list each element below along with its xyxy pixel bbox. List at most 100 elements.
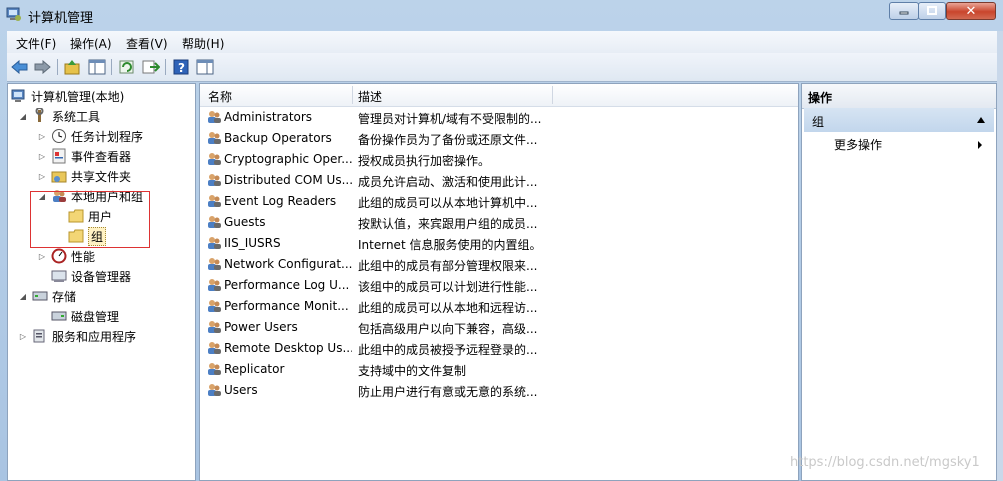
toolbar: ? <box>7 53 997 82</box>
back-button[interactable] <box>10 57 30 77</box>
list-item[interactable]: Performance Log U... 该组中的成员可以计划进行性能... <box>200 275 798 296</box>
group-name: Performance Monit... <box>224 299 349 313</box>
group-icon <box>208 153 221 165</box>
column-divider[interactable] <box>552 86 553 104</box>
list-item[interactable]: Performance Monit... 此组的成员可以从本地和远程访... <box>200 296 798 317</box>
show-hide-tree-icon <box>88 59 106 75</box>
list-item[interactable]: Backup Operators 备份操作员为了备份或还原文件... <box>200 128 798 149</box>
group-name: Users <box>224 383 258 397</box>
group-description: 此组的成员可以从本地和远程访... <box>358 301 538 315</box>
group-description: 备份操作员为了备份或还原文件... <box>358 133 538 147</box>
actions-title: 操作 <box>808 91 833 105</box>
column-header-name[interactable]: 名称 <box>208 88 232 105</box>
group-name: Replicator <box>224 362 285 376</box>
group-name: Performance Log U... <box>224 278 350 292</box>
list-item[interactable]: Administrators 管理员对计算机/域有不受限制的... <box>200 107 798 128</box>
expand-arrow-icon[interactable]: ▷ <box>18 332 28 341</box>
actions-group-section[interactable]: 组 <box>804 108 994 132</box>
menu-action[interactable]: 操作(A) <box>70 35 112 52</box>
collapse-arrow-icon[interactable]: ◢ <box>18 292 28 301</box>
show-hide-action-button[interactable] <box>195 57 215 77</box>
group-description: Internet 信息服务使用的内置组。 <box>358 238 542 252</box>
tree-label: 计算机管理(本地) <box>31 89 125 104</box>
group-name: Power Users <box>224 320 298 334</box>
collapse-arrow-icon[interactable]: ◢ <box>18 112 28 121</box>
group-description: 管理员对计算机/域有不受限制的... <box>358 112 542 126</box>
list-item[interactable]: Event Log Readers 此组的成员可以从本地计算机中... <box>200 191 798 212</box>
group-list[interactable]: 名称 描述 Administrators 管理员对计算机/域有不受限制的... Ba… <box>199 83 799 481</box>
tree-item-performance[interactable]: ▷ 性能 <box>37 246 95 266</box>
tree-item-disk-management[interactable]: 磁盘管理 <box>51 306 119 326</box>
group-description: 成员允许启动、激活和使用此计... <box>358 175 538 189</box>
forward-icon <box>34 60 51 74</box>
tree-item-event-viewer[interactable]: ▷ 事件查看器 <box>37 146 131 166</box>
back-icon <box>11 60 28 74</box>
menu-view[interactable]: 查看(V) <box>126 35 168 52</box>
actions-pane: 操作 组 更多操作 <box>801 83 997 481</box>
forward-button[interactable] <box>32 57 52 77</box>
group-name: Backup Operators <box>224 131 332 145</box>
computer-management-window: 计算机管理 ✕ 文件(F) 操作(A) 查看(V) 帮助(H) ? 计算机管理(… <box>0 0 1003 481</box>
expand-arrow-icon[interactable]: ▷ <box>37 152 47 161</box>
list-item[interactable]: Guests 按默认值，来宾跟用户组的成员... <box>200 212 798 233</box>
expand-arrow-icon[interactable]: ▷ <box>37 172 47 181</box>
show-hide-tree-button[interactable] <box>87 57 107 77</box>
tree-item-task-scheduler[interactable]: ▷ 任务计划程序 <box>37 126 143 146</box>
tree-label: 磁盘管理 <box>71 309 120 324</box>
column-header-description[interactable]: 描述 <box>358 88 382 105</box>
group-name: Network Configurat... <box>224 257 352 271</box>
refresh-button[interactable] <box>117 57 137 77</box>
group-icon <box>208 111 221 123</box>
actions-header: 操作 <box>802 84 996 109</box>
watermark-text: https://blog.csdn.net/mgsky1 <box>790 455 980 470</box>
export-button[interactable] <box>141 57 161 77</box>
group-name: Event Log Readers <box>224 194 337 208</box>
group-icon <box>208 321 221 333</box>
list-header: 名称 描述 <box>200 84 798 107</box>
maximize-icon <box>927 6 937 15</box>
list-item[interactable]: IIS_IUSRS Internet 信息服务使用的内置组。 <box>200 233 798 254</box>
group-name: Cryptographic Oper... <box>224 152 352 166</box>
tree-label: 系统工具 <box>52 109 101 124</box>
group-name: Guests <box>224 215 266 229</box>
actions-group-label: 组 <box>812 115 825 129</box>
group-description: 授权成员执行加密操作。 <box>358 154 491 168</box>
group-description: 此组的成员可以从本地计算机中... <box>358 196 538 210</box>
submenu-arrow-icon[interactable] <box>977 140 983 150</box>
more-actions-link[interactable]: 更多操作 <box>834 136 882 153</box>
expand-arrow-icon[interactable]: ▷ <box>37 252 47 261</box>
collapse-up-icon[interactable] <box>976 116 986 124</box>
console-tree[interactable]: 计算机管理(本地) ◢ 系统工具 ▷ 任务计划程序 ▷ 事件查看器 ▷ 共享文件… <box>7 83 196 481</box>
close-button[interactable]: ✕ <box>946 2 996 20</box>
column-divider[interactable] <box>352 86 353 104</box>
tree-item-root[interactable]: 计算机管理(本地) <box>11 86 124 106</box>
title-bar[interactable]: 计算机管理 ✕ <box>0 0 1003 30</box>
tree-item-storage[interactable]: ◢ 存储 <box>18 286 76 306</box>
tree-label: 设备管理器 <box>71 269 132 284</box>
list-item[interactable]: Distributed COM Us... 成员允许启动、激活和使用此计... <box>200 170 798 191</box>
list-item[interactable]: Remote Desktop Us... 此组中的成员被授予远程登录的... <box>200 338 798 359</box>
group-description: 按默认值，来宾跟用户组的成员... <box>358 217 538 231</box>
tree-item-shared-folders[interactable]: ▷ 共享文件夹 <box>37 166 131 186</box>
tree-item-system-tools[interactable]: ◢ 系统工具 <box>18 106 100 126</box>
minimize-button[interactable] <box>889 2 919 20</box>
list-item[interactable]: Network Configurat... 此组中的成员有部分管理权限来... <box>200 254 798 275</box>
up-button[interactable] <box>63 57 83 77</box>
red-highlight-box <box>30 191 150 248</box>
group-name: IIS_IUSRS <box>224 236 281 250</box>
maximize-button[interactable] <box>918 2 946 20</box>
group-icon <box>208 258 221 270</box>
list-item[interactable]: Users 防止用户进行有意或无意的系统... <box>200 380 798 401</box>
list-item[interactable]: Cryptographic Oper... 授权成员执行加密操作。 <box>200 149 798 170</box>
help-button[interactable]: ? <box>171 57 191 77</box>
tree-item-services-apps[interactable]: ▷ 服务和应用程序 <box>18 326 136 346</box>
list-item[interactable]: Power Users 包括高级用户以向下兼容，高级... <box>200 317 798 338</box>
list-item[interactable]: Replicator 支持域中的文件复制 <box>200 359 798 380</box>
menu-file[interactable]: 文件(F) <box>16 35 56 52</box>
toolbar-separator <box>111 59 112 75</box>
menu-help[interactable]: 帮助(H) <box>182 35 224 52</box>
expand-arrow-icon[interactable]: ▷ <box>37 132 47 141</box>
tree-item-device-manager[interactable]: 设备管理器 <box>51 266 131 286</box>
tree-label: 事件查看器 <box>71 149 132 164</box>
window-right-edge <box>997 31 1003 481</box>
